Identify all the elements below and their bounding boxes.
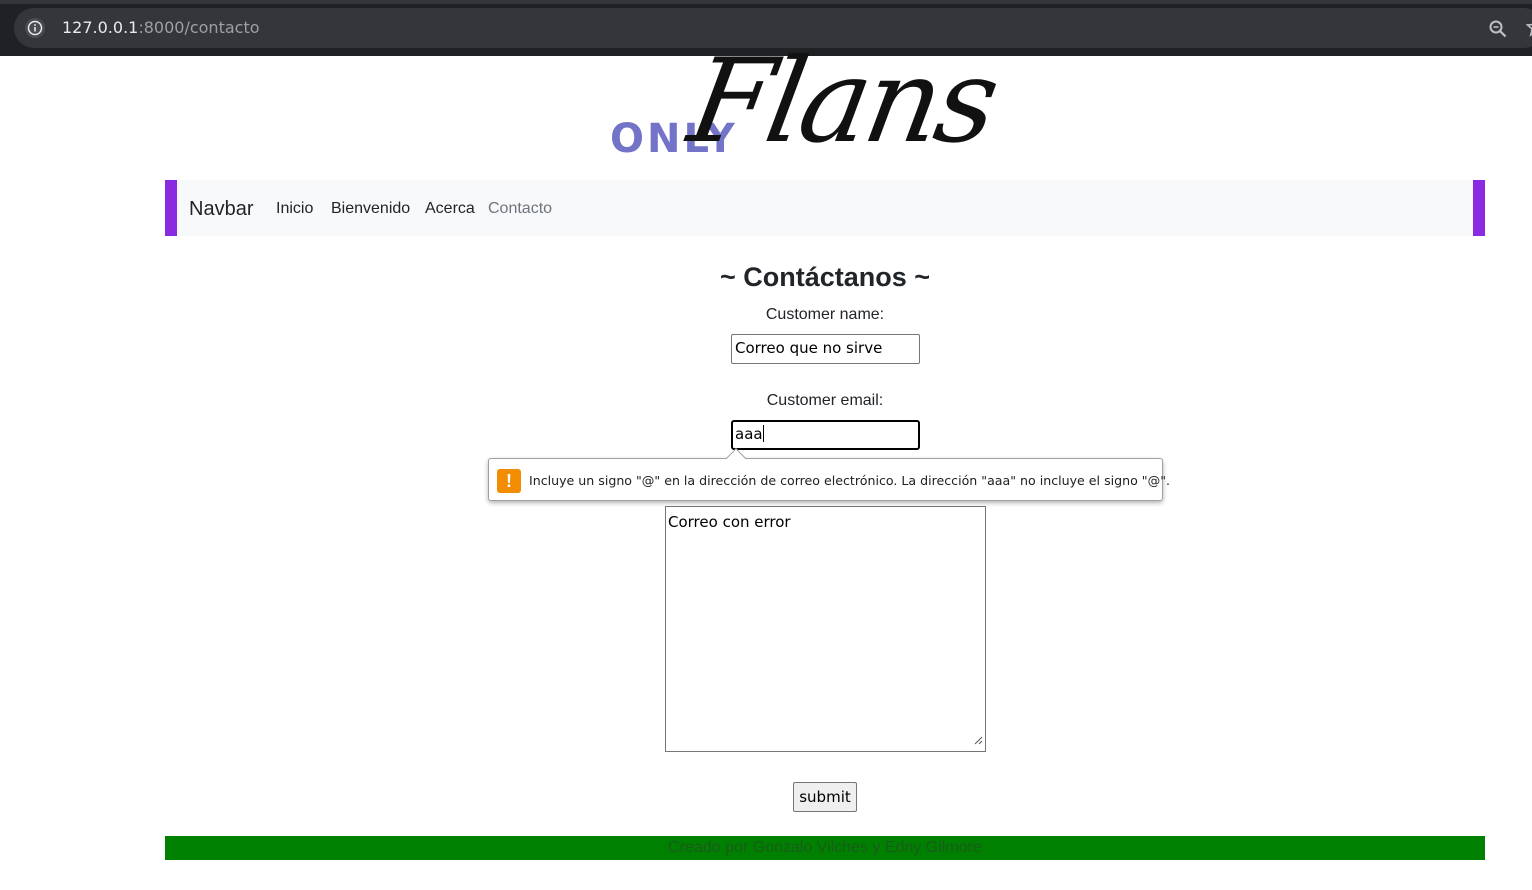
site-info-icon[interactable] (25, 18, 45, 38)
text-caret (762, 425, 764, 442)
customer-email-label: Customer email: (766, 392, 884, 409)
email-validation-tooltip: ! Incluye un signo "@" en la dirección d… (488, 448, 1170, 501)
message-value: Correo con error (668, 513, 791, 531)
customer-name-value: Correo que no sirve (735, 339, 883, 357)
submit-button[interactable]: submit (793, 782, 857, 812)
url-host: 127.0.0.1 (62, 18, 139, 37)
nav-link-contacto[interactable]: Contacto (488, 200, 552, 218)
customer-name-label: Customer name: (765, 306, 885, 323)
nav-link-bienvenido[interactable]: Bienvenido (331, 200, 410, 218)
zoom-icon[interactable] (1488, 19, 1508, 44)
customer-name-input[interactable]: Correo que no sirve (731, 334, 920, 364)
url-text[interactable]: 127.0.0.1:8000/contacto (62, 18, 260, 37)
warning-icon: ! (497, 469, 521, 493)
footer: Creado por Gonzalo Vilches y Edny Gilmor… (165, 836, 1485, 860)
tooltip-arrow (726, 448, 746, 468)
customer-email-input[interactable]: aaa (731, 420, 920, 450)
url-path: :8000/contacto (138, 18, 260, 37)
logo-flans-text: Flans (680, 34, 1005, 169)
only-flans-logo: ONLY Flans (600, 34, 1050, 176)
page-title: ~ Contáctanos ~ (719, 262, 931, 292)
nav-link-acerca[interactable]: Acerca (425, 200, 475, 218)
bookmark-star-icon[interactable] (1525, 17, 1532, 42)
validation-message: Incluye un signo "@" en la dirección de … (529, 473, 1170, 488)
nav-link-inicio[interactable]: Inicio (276, 200, 313, 218)
customer-email-value: aaa (735, 425, 763, 443)
navbar: Navbar Inicio Bienvenido Acerca Contacto (165, 180, 1485, 236)
resize-grip-icon[interactable] (973, 731, 983, 749)
navbar-brand[interactable]: Navbar (189, 198, 253, 221)
message-textarea[interactable]: Correo con error (665, 506, 986, 752)
